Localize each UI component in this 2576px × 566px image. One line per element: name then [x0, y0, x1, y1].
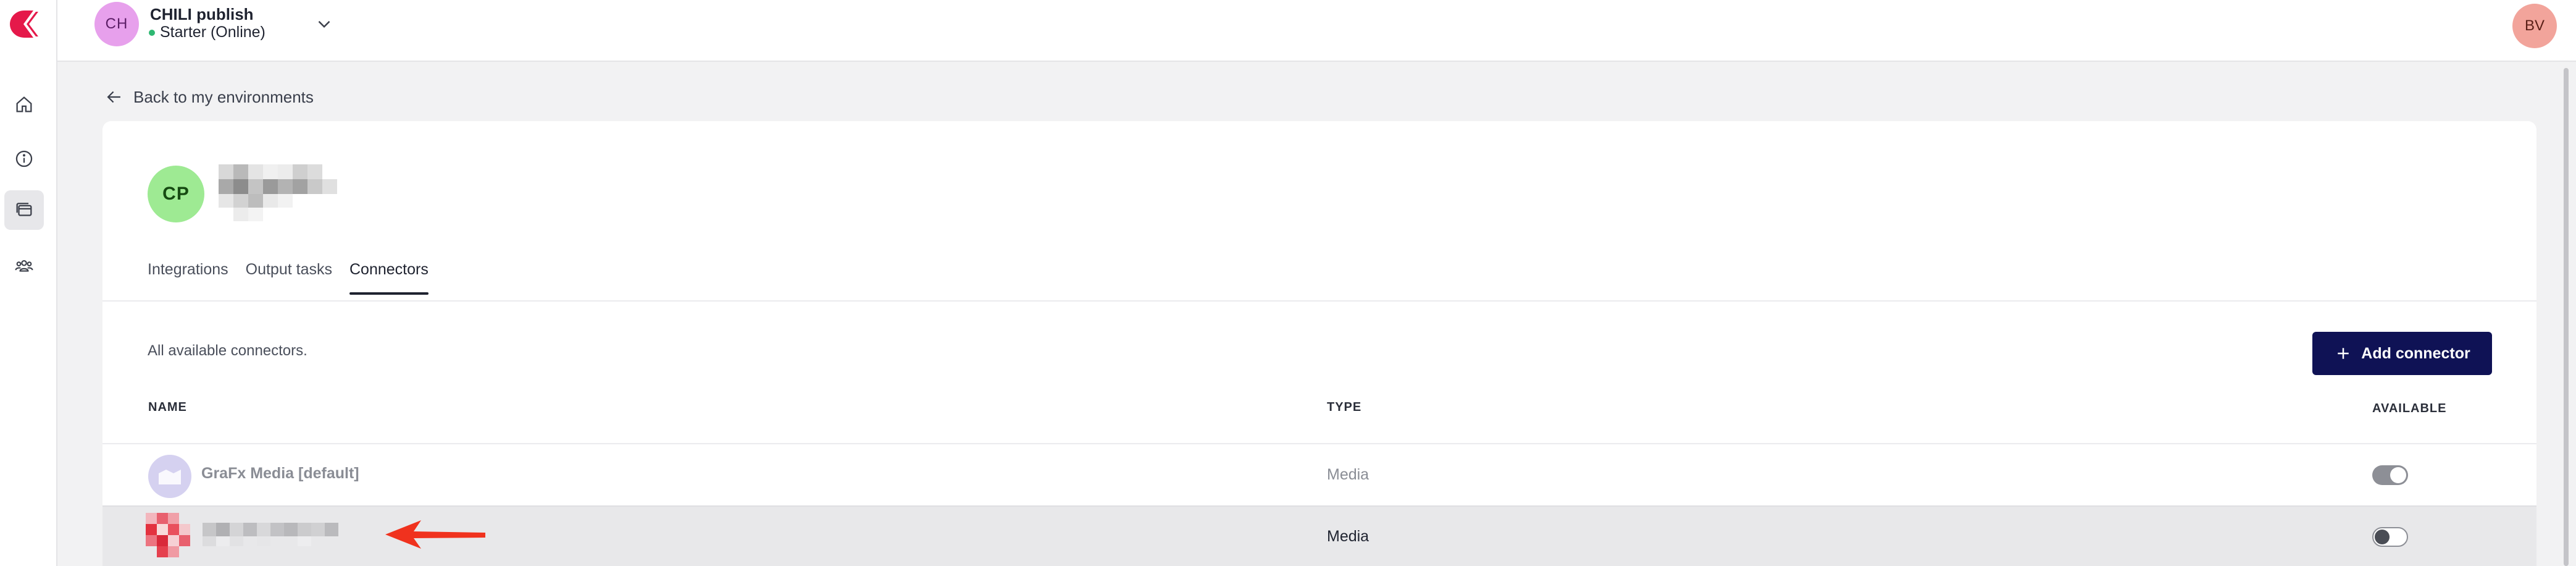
column-header-available: AVAILABLE	[2372, 402, 2447, 415]
connector-type: Media	[1327, 466, 1370, 483]
tabs-divider	[102, 300, 2536, 302]
nav-home[interactable]	[4, 85, 44, 124]
org-plan-label: Starter (Online)	[160, 23, 266, 41]
connector-type: Media	[1327, 528, 1370, 545]
chevron-down-icon[interactable]	[314, 14, 335, 35]
home-icon	[16, 96, 32, 112]
add-connector-button[interactable]: Add connector	[2312, 332, 2492, 375]
org-plan: Starter (Online)	[149, 23, 266, 41]
image-icon	[159, 470, 181, 484]
org-name[interactable]: CHILI publish	[150, 5, 254, 24]
nav-users[interactable]	[4, 246, 44, 285]
org-avatar[interactable]: CH	[94, 2, 139, 46]
add-connector-label: Add connector	[2361, 344, 2470, 362]
environment-card: CP Integrations Output tasks Connectors …	[102, 121, 2536, 566]
tab-output-tasks[interactable]: Output tasks	[246, 261, 332, 295]
column-header-name: NAME	[148, 400, 187, 414]
tab-integrations[interactable]: Integrations	[148, 261, 228, 295]
connector-name: GraFx Media [default]	[201, 465, 359, 482]
environment-tabs: Integrations Output tasks Connectors	[148, 261, 429, 295]
available-toggle[interactable]	[2372, 465, 2408, 485]
nav-environments[interactable]	[4, 190, 44, 230]
user-avatar[interactable]: BV	[2512, 4, 2557, 48]
nav-info[interactable]	[4, 139, 44, 179]
left-rail	[0, 0, 57, 566]
environment-avatar: CP	[148, 166, 204, 222]
arrow-left-icon	[107, 91, 120, 103]
media-connector-icon	[148, 455, 191, 498]
chili-logo[interactable]	[6, 7, 41, 41]
online-status-dot	[149, 29, 155, 36]
connectors-description: All available connectors.	[148, 342, 307, 359]
available-toggle[interactable]	[2372, 527, 2408, 547]
environments-icon	[16, 203, 32, 216]
plus-icon	[2338, 348, 2349, 359]
users-icon	[15, 260, 33, 272]
annotation-arrow-icon	[385, 520, 485, 549]
info-icon	[15, 150, 33, 167]
top-bar: CH CHILI publish Starter (Online) BV	[57, 0, 2576, 62]
column-header-type: TYPE	[1327, 400, 1362, 414]
page-scrollbar[interactable]	[2564, 68, 2569, 566]
back-link[interactable]: Back to my environments	[104, 87, 314, 108]
back-link-label: Back to my environments	[133, 87, 314, 106]
table-row[interactable]: GraFx Media [default] Media	[102, 443, 2536, 505]
tab-connectors[interactable]: Connectors	[349, 261, 429, 295]
